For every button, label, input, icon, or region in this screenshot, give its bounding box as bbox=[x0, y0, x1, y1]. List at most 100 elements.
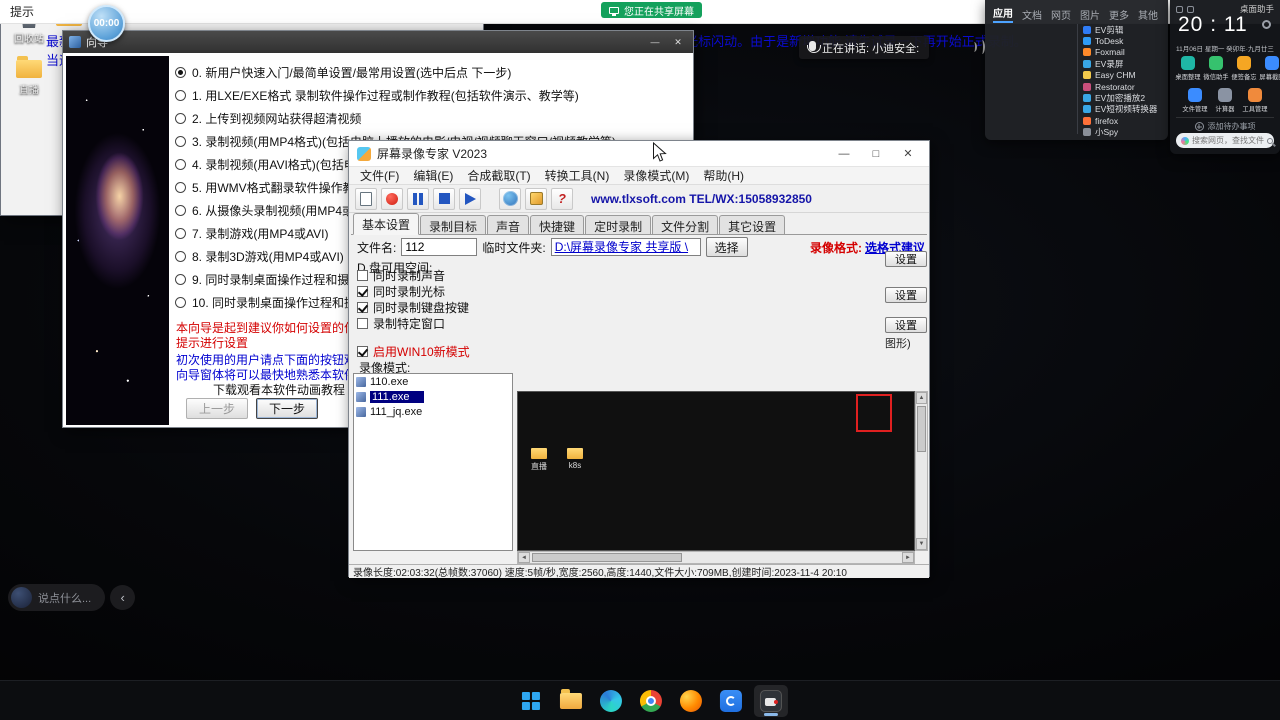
pin-icon[interactable] bbox=[1176, 5, 1183, 13]
previous-step-button[interactable]: 上一步 bbox=[186, 398, 248, 419]
close-button[interactable] bbox=[895, 144, 921, 164]
choose-folder-button[interactable]: 选择 bbox=[705, 237, 748, 257]
download-tutorial-link[interactable]: 下载观看本软件动画教程 bbox=[213, 381, 345, 398]
record-button[interactable] bbox=[381, 187, 403, 210]
app-result[interactable]: Foxmail bbox=[1083, 47, 1166, 58]
tools-button[interactable] bbox=[525, 187, 547, 210]
tab-documents[interactable]: 文档 bbox=[1022, 7, 1042, 22]
scroll-right-arrow[interactable] bbox=[902, 552, 914, 563]
settings-icon[interactable] bbox=[1187, 5, 1194, 13]
settings-button-1[interactable]: 设置 bbox=[885, 251, 927, 267]
scrollbar-thumb[interactable] bbox=[532, 553, 682, 562]
file-explorer-button[interactable] bbox=[554, 685, 588, 717]
gear-icon[interactable] bbox=[1262, 20, 1271, 29]
app-result[interactable]: EV短视频转换器 bbox=[1083, 104, 1166, 115]
start-button[interactable] bbox=[514, 685, 548, 717]
screen-share-banner[interactable]: 您正在共享屏幕 bbox=[601, 2, 702, 18]
menu-record-mode[interactable]: 录像模式(M) bbox=[616, 167, 696, 184]
chat-input-pill[interactable]: 说点什么... bbox=[8, 584, 106, 611]
vertical-scrollbar[interactable] bbox=[915, 391, 928, 551]
tab-hotkeys[interactable]: 快捷键 bbox=[530, 215, 585, 234]
recorded-files-list[interactable]: 110.exe 111.exe 111_jq.exe bbox=[353, 373, 513, 551]
minimize-button[interactable] bbox=[646, 34, 664, 50]
app-result[interactable]: firefox bbox=[1083, 115, 1166, 126]
help-button[interactable] bbox=[551, 187, 573, 210]
app-result[interactable]: EV剪辑 bbox=[1083, 24, 1166, 35]
filename-input[interactable] bbox=[401, 238, 478, 256]
chrome-button[interactable] bbox=[634, 685, 668, 717]
close-button[interactable] bbox=[669, 34, 687, 50]
maximize-button[interactable] bbox=[863, 144, 889, 164]
wizard-option-0[interactable]: 0. 新用户快速入门/最简单设置/最常用设置(选中后点 下一步) bbox=[175, 61, 616, 84]
settings-button-3[interactable]: 设置 bbox=[885, 317, 927, 333]
next-step-button[interactable]: 下一步 bbox=[256, 398, 318, 419]
tab-file-split[interactable]: 文件分割 bbox=[652, 215, 719, 234]
quick-tool-screenshot[interactable]: 屏幕截图 bbox=[1258, 56, 1280, 82]
tab-images[interactable]: 图片 bbox=[1080, 7, 1100, 22]
tab-basic-settings[interactable]: 基本设置 bbox=[353, 213, 420, 235]
tool-calculator[interactable]: 计算器 bbox=[1210, 88, 1240, 114]
firefox-button[interactable] bbox=[674, 685, 708, 717]
collapse-chat-button[interactable] bbox=[110, 585, 136, 610]
file-row[interactable]: 110.exe bbox=[354, 374, 512, 389]
main-titlebar[interactable]: 屏幕录像专家 V2023 bbox=[349, 141, 929, 167]
website-contact-text[interactable]: www.tlxsoft.com TEL/WX:15058932850 bbox=[591, 192, 812, 206]
scrollbar-thumb[interactable] bbox=[917, 406, 926, 452]
tool-toolbox[interactable]: 工具管理 bbox=[1240, 88, 1270, 114]
app-result[interactable]: EV加密播放2 bbox=[1083, 92, 1166, 103]
quick-tool-notes[interactable]: 便签备忘 bbox=[1230, 56, 1258, 82]
file-row-selected[interactable]: 111.exe bbox=[354, 389, 512, 404]
tab-sound[interactable]: 声音 bbox=[487, 215, 530, 234]
tab-scheduled-recording[interactable]: 定时录制 bbox=[585, 215, 652, 234]
menu-compose-capture[interactable]: 合成截取(T) bbox=[460, 167, 537, 184]
pause-button[interactable] bbox=[407, 187, 429, 210]
new-file-button[interactable] bbox=[355, 187, 377, 210]
app-result[interactable]: Restorator bbox=[1083, 81, 1166, 92]
quick-tool-desktop-organize[interactable]: 桌面整理 bbox=[1174, 56, 1202, 82]
tempdir-value[interactable]: D:\屏幕录像专家 共享版 \ bbox=[550, 238, 701, 256]
menu-help[interactable]: 帮助(H) bbox=[696, 167, 751, 184]
wizard-option-1[interactable]: 1. 用LXE/EXE格式 录制软件操作过程或制作教程(包括软件演示、教学等) bbox=[175, 84, 616, 107]
check-record-cursor[interactable]: 同时录制光标 bbox=[357, 283, 470, 299]
edge-button[interactable] bbox=[594, 685, 628, 717]
blue-app-button[interactable] bbox=[714, 685, 748, 717]
website-button[interactable] bbox=[499, 187, 521, 210]
file-row[interactable]: 111_jq.exe bbox=[354, 404, 512, 419]
quick-tool-wechat-helper[interactable]: 微信助手 bbox=[1202, 56, 1230, 82]
assistant-search-input[interactable] bbox=[1192, 136, 1264, 145]
menu-convert-tools[interactable]: 转换工具(N) bbox=[538, 167, 617, 184]
check-win10-new-mode[interactable]: 启用WIN10新模式 bbox=[357, 343, 470, 359]
tab-other[interactable]: 其他 bbox=[1138, 7, 1158, 22]
tab-more[interactable]: 更多 bbox=[1109, 7, 1129, 22]
add-todo-button[interactable]: 添加待办事项 bbox=[1176, 117, 1274, 132]
assistant-clock[interactable]: 20 : 11 bbox=[1178, 13, 1248, 37]
check-record-window[interactable]: 录制特定窗口 bbox=[357, 315, 470, 331]
stop-button[interactable] bbox=[433, 187, 455, 210]
check-record-keys[interactable]: 同时录制键盘按键 bbox=[357, 299, 470, 315]
assistant-search-box[interactable] bbox=[1176, 133, 1274, 148]
tab-record-target[interactable]: 录制目标 bbox=[420, 215, 487, 234]
menu-edit[interactable]: 编辑(E) bbox=[406, 167, 460, 184]
app-result[interactable]: Easy CHM bbox=[1083, 70, 1166, 81]
minimize-button[interactable] bbox=[831, 144, 857, 164]
check-record-sound[interactable]: 同时录制声音 bbox=[357, 267, 470, 283]
tab-apps[interactable]: 应用 bbox=[993, 5, 1013, 23]
scroll-up-arrow[interactable] bbox=[916, 392, 927, 404]
screen-recorder-app-button[interactable] bbox=[753, 685, 788, 717]
app-result[interactable]: EV录屏 bbox=[1083, 58, 1166, 69]
preview-record-frame bbox=[856, 394, 892, 432]
menu-file[interactable]: 文件(F) bbox=[353, 167, 406, 184]
scroll-left-arrow[interactable] bbox=[518, 552, 530, 563]
settings-button-2[interactable]: 设置 bbox=[885, 287, 927, 303]
app-result[interactable]: ToDesk bbox=[1083, 35, 1166, 46]
play-button[interactable] bbox=[459, 187, 481, 210]
tab-other-settings[interactable]: 其它设置 bbox=[719, 215, 786, 234]
horizontal-scrollbar[interactable] bbox=[517, 551, 915, 564]
tab-web[interactable]: 网页 bbox=[1051, 7, 1071, 22]
recording-timer-bubble[interactable]: 00:00 bbox=[88, 5, 125, 42]
wizard-titlebar[interactable]: 向导 bbox=[63, 31, 693, 53]
tool-file-manager[interactable]: 文件管理 bbox=[1180, 88, 1210, 114]
wizard-option-2[interactable]: 2. 上传到视频网站获得超清视频 bbox=[175, 107, 616, 130]
app-result[interactable]: 小Spy bbox=[1083, 127, 1166, 138]
scroll-down-arrow[interactable] bbox=[916, 538, 927, 550]
